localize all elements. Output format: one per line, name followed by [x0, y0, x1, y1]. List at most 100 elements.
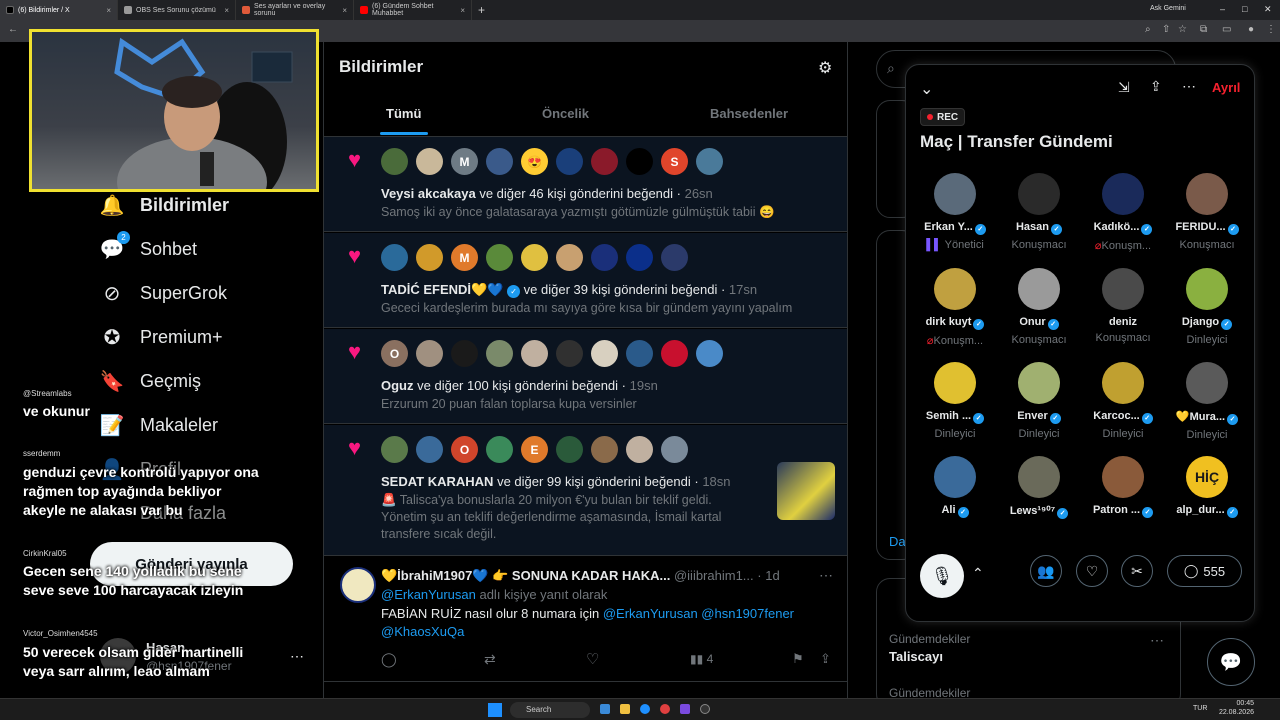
- avatar[interactable]: [591, 340, 618, 367]
- avatar[interactable]: [521, 340, 548, 367]
- share-icon[interactable]: ⇪: [1150, 78, 1162, 95]
- notification-item[interactable]: ♥ O Oguz ve diğer 100 kişi gönderini beğ…: [324, 329, 847, 424]
- participant[interactable]: Ali ✓: [913, 456, 997, 518]
- close-icon[interactable]: ×: [342, 6, 347, 15]
- share-icon[interactable]: ⇧: [1162, 24, 1170, 35]
- participant[interactable]: 💛Mura... ✓ Dinleyici: [1165, 362, 1249, 441]
- discord-icon[interactable]: [680, 704, 690, 714]
- avatar[interactable]: [416, 244, 443, 271]
- avatar[interactable]: [556, 148, 583, 175]
- minimize-space-icon[interactable]: ⇲: [1118, 79, 1130, 96]
- participant[interactable]: Lews¹⁹⁰⁷ ✓: [997, 456, 1081, 519]
- minimize-icon[interactable]: –: [1220, 4, 1225, 14]
- avatar[interactable]: [521, 244, 548, 271]
- nav-item-supergrok[interactable]: ⊘ SuperGrok: [100, 281, 227, 305]
- nav-item-premium[interactable]: ✪ Premium+: [100, 325, 223, 349]
- user-name[interactable]: SEDAT KARAHAN: [381, 474, 493, 489]
- notification-item[interactable]: ♥ M TADİĆ EFENDİ💛💙 ✓ ve diğer 39 kişi gö…: [324, 233, 847, 328]
- trend-name[interactable]: Taliscayı: [889, 649, 943, 664]
- avatar[interactable]: O: [451, 436, 478, 463]
- participant[interactable]: HİÇ alp_dur... ✓: [1165, 456, 1249, 518]
- leave-button[interactable]: Ayrıl: [1212, 80, 1240, 95]
- browser-tab[interactable]: (6) Gündem Sohbet Muhabbet ×: [354, 0, 472, 20]
- participant[interactable]: Kadıkö... ✓ ⌀Konuşm...: [1081, 173, 1165, 252]
- avatar[interactable]: [556, 436, 583, 463]
- avatar[interactable]: [486, 340, 513, 367]
- nav-item-chat[interactable]: 💬 2 Sohbet: [100, 231, 197, 261]
- tweet-more-icon[interactable]: ⋯: [819, 567, 833, 584]
- participant[interactable]: Onur ✓ Konuşmacı: [997, 268, 1081, 346]
- avatar[interactable]: [626, 148, 653, 175]
- participant[interactable]: dirk kuyt ✓ ⌀Konuşm...: [913, 268, 997, 347]
- avatar[interactable]: [626, 244, 653, 271]
- mention-link[interactable]: @KhaosXuQa: [381, 624, 464, 639]
- mention-link[interactable]: @ErkanYurusan: [381, 587, 476, 602]
- avatar[interactable]: [451, 340, 478, 367]
- browser-tab[interactable]: (6) Bildirimler / X ×: [0, 0, 118, 20]
- tab-priority[interactable]: Öncelik: [542, 106, 589, 121]
- chevron-up-icon[interactable]: ⌃: [972, 565, 984, 582]
- avatar[interactable]: [416, 436, 443, 463]
- close-icon[interactable]: ×: [106, 6, 111, 15]
- close-icon[interactable]: ×: [460, 6, 465, 15]
- participant[interactable]: Django ✓ Dinleyici: [1165, 268, 1249, 346]
- avatar[interactable]: [416, 340, 443, 367]
- avatar[interactable]: [591, 436, 618, 463]
- avatar[interactable]: O: [381, 340, 408, 367]
- chat-bubble-button[interactable]: 💬: [1207, 638, 1255, 686]
- avatar[interactable]: [486, 436, 513, 463]
- more-options-icon[interactable]: ⋯: [1182, 78, 1196, 95]
- file-explorer-icon[interactable]: [620, 704, 630, 714]
- language-indicator[interactable]: TUR: [1193, 705, 1207, 712]
- reply-icon[interactable]: ◯: [381, 651, 397, 668]
- participant[interactable]: Erkan Y... ✓ ▌▌ Yönetici: [913, 173, 997, 251]
- participant[interactable]: Semih ... ✓ Dinleyici: [913, 362, 997, 440]
- participants-icon[interactable]: 👥: [1030, 555, 1062, 587]
- avatar[interactable]: 😍: [521, 148, 548, 175]
- user-name[interactable]: TADİĆ EFENDİ💛💙: [381, 282, 503, 297]
- participant[interactable]: Patron ... ✓: [1081, 456, 1165, 518]
- user-name[interactable]: 💛İbrahiM1907💙 👉 SONUNA KADAR HAKA...: [381, 568, 670, 583]
- app-icon[interactable]: [600, 704, 610, 714]
- nav-item-history[interactable]: 🔖 Geçmiş: [100, 369, 201, 393]
- comments-button[interactable]: ◯ 555: [1167, 555, 1242, 587]
- collapse-chevron-icon[interactable]: ⌄: [920, 79, 933, 99]
- profile-avatar-icon[interactable]: ●: [1248, 24, 1254, 35]
- account-more-icon[interactable]: ⋯: [290, 648, 304, 665]
- sidebar-icon[interactable]: ▭: [1222, 24, 1231, 35]
- avatar[interactable]: M: [451, 148, 478, 175]
- browser-tab[interactable]: Ses ayarları ve overlay sorunu ×: [236, 0, 354, 20]
- ask-gemini-button[interactable]: Ask Gemini: [1150, 5, 1186, 12]
- avatar[interactable]: [340, 567, 376, 603]
- star-icon[interactable]: ☆: [1178, 24, 1187, 35]
- tab-all[interactable]: Tümü: [386, 106, 421, 121]
- avatar[interactable]: [416, 148, 443, 175]
- share-icon[interactable]: ⇪: [820, 651, 831, 667]
- user-name[interactable]: Oguz: [381, 378, 414, 393]
- nav-item-notifications[interactable]: 🔔 Bildirimler: [100, 193, 229, 217]
- maximize-icon[interactable]: □: [1242, 4, 1247, 14]
- avatar[interactable]: E: [521, 436, 548, 463]
- chrome-icon[interactable]: [660, 704, 670, 714]
- avatar[interactable]: S: [661, 148, 688, 175]
- notification-item[interactable]: ♥ O E SEDAT KARAHAN ve diğer 99 kişi gön…: [324, 425, 847, 556]
- retweet-icon[interactable]: ⇄: [484, 651, 496, 668]
- avatar[interactable]: [591, 148, 618, 175]
- settings-gear-icon[interactable]: ⚙: [818, 58, 832, 78]
- clip-icon[interactable]: ✂: [1121, 555, 1153, 587]
- avatar[interactable]: [381, 436, 408, 463]
- add-reaction-icon[interactable]: ♡: [1076, 555, 1108, 587]
- avatar[interactable]: [661, 436, 688, 463]
- avatar[interactable]: [696, 340, 723, 367]
- views-count[interactable]: ▮▮ 4: [690, 652, 713, 666]
- avatar[interactable]: [486, 244, 513, 271]
- avatar[interactable]: [696, 148, 723, 175]
- participant[interactable]: deniz Konuşmacı: [1081, 268, 1165, 344]
- avatar[interactable]: [661, 340, 688, 367]
- clock-date[interactable]: 22.08.2026: [1214, 709, 1254, 716]
- participant[interactable]: Karcoc... ✓ Dinleyici: [1081, 362, 1165, 440]
- avatar[interactable]: M: [451, 244, 478, 271]
- user-name[interactable]: Veysi akcakaya: [381, 186, 476, 201]
- taskbar-search-input[interactable]: Search: [510, 702, 590, 718]
- back-icon[interactable]: ←: [8, 24, 18, 35]
